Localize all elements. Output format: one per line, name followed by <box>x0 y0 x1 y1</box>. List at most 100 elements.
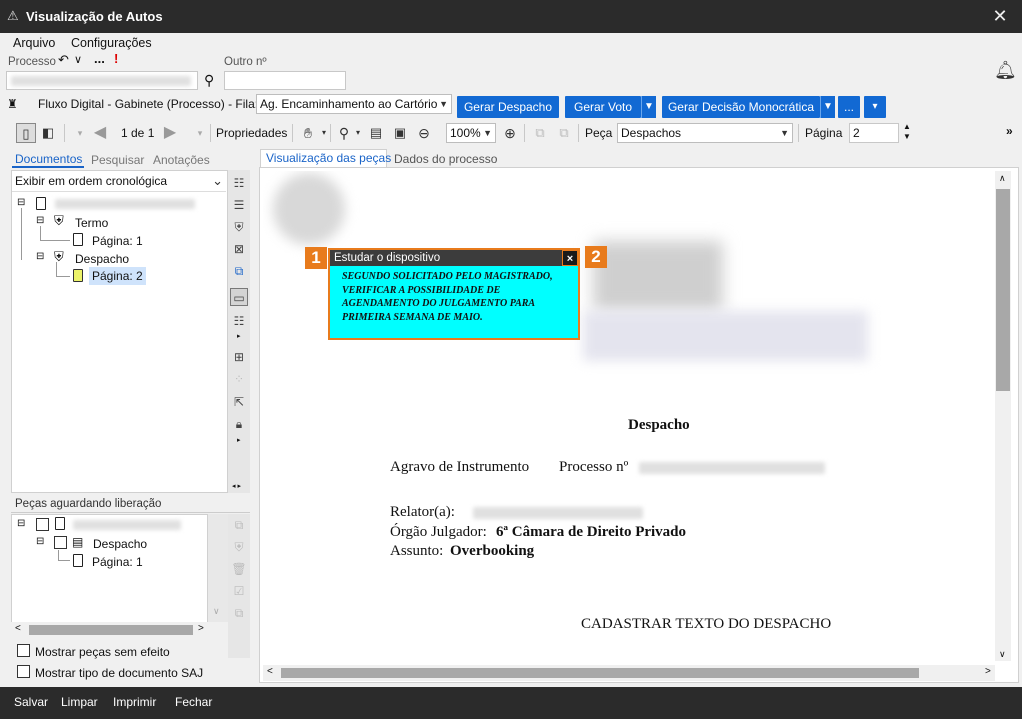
scroll-left-icon[interactable]: < <box>15 623 21 634</box>
move-icon[interactable]: ⇱ <box>230 393 248 411</box>
collapse-toggle-icon[interactable]: ⊟ <box>17 197 25 208</box>
processo-input[interactable] <box>6 71 198 90</box>
fila-select[interactable]: Ag. Encaminhamento ao Cartório ▼ <box>256 94 452 114</box>
copy-page-icon[interactable]: ⧉ <box>530 123 550 143</box>
menu-configuracoes[interactable]: Configurações <box>71 36 152 50</box>
tipo-saj-label[interactable]: Mostrar tipo de documento SAJ <box>35 666 203 680</box>
scroll-down-icon[interactable]: ∨ <box>213 606 220 617</box>
pending-process-checkbox[interactable] <box>36 518 49 531</box>
first-page-button[interactable]: ▾ <box>70 123 90 143</box>
scroll-left-icon[interactable]: < <box>267 666 273 677</box>
last-page-button[interactable]: ▾ <box>190 123 210 143</box>
tab-dados-processo[interactable]: Dados do processo <box>394 152 497 166</box>
list-view-icon[interactable]: ☰ <box>230 196 248 214</box>
sem-efeito-checkbox[interactable] <box>17 644 30 657</box>
viewer-vertical-scrollbar[interactable]: ∧ ∨ <box>995 171 1011 661</box>
hand-tool-dropdown[interactable]: ▾ <box>314 123 334 143</box>
tab-anotacoes[interactable]: Anotações <box>153 153 210 167</box>
tree-item-termo-page[interactable]: Página: 1 <box>92 234 143 248</box>
documents-link-icon[interactable]: ⧉ <box>230 262 248 280</box>
collapse-toggle-icon[interactable]: ⊟ <box>36 215 44 226</box>
zoom-out-icon[interactable]: ⊖ <box>414 123 434 143</box>
gerar-voto-dropdown[interactable]: ▼ <box>641 96 656 118</box>
zoom-search-dropdown[interactable]: ▾ <box>348 123 368 143</box>
outro-numero-input[interactable] <box>224 71 346 90</box>
sem-efeito-label[interactable]: Mostrar peças sem efeito <box>35 645 170 659</box>
scroll-thumb[interactable] <box>281 668 919 678</box>
tab-pesquisar[interactable]: Pesquisar <box>91 153 144 167</box>
tree-item-despacho-page-selected[interactable]: Página: 2 <box>89 267 146 285</box>
tree-item-termo[interactable]: Termo <box>75 216 108 230</box>
scroll-thumb[interactable] <box>996 189 1010 391</box>
collapse-toggle-icon[interactable]: ⊟ <box>36 536 44 547</box>
viewer-horizontal-scrollbar[interactable]: < > <box>263 665 995 681</box>
imprimir-button[interactable]: Imprimir <box>113 695 156 709</box>
scroll-thumb[interactable] <box>29 625 193 635</box>
split-view-icon[interactable]: ◧ <box>38 123 58 143</box>
scroll-down-icon[interactable]: ∨ <box>999 649 1006 660</box>
tree-item-despacho[interactable]: Despacho <box>75 252 129 266</box>
tree-view-icon[interactable]: ☷ <box>230 174 248 192</box>
release-icon[interactable]: ⧉ <box>230 516 248 534</box>
zoom-in-icon[interactable]: ⊕ <box>500 123 520 143</box>
pagina-input[interactable]: 2 <box>849 123 899 143</box>
order-select[interactable]: Exibir em ordem cronológica ⌄ <box>12 172 226 192</box>
document-view-icon[interactable]: ▯ <box>16 123 36 143</box>
fechar-button[interactable]: Fechar <box>175 695 212 709</box>
search-icon[interactable]: ⚲ <box>204 72 214 89</box>
note-list-icon[interactable]: ☷ <box>230 312 248 330</box>
collapse-icon[interactable]: ▾ <box>864 96 886 118</box>
more-options-button[interactable]: ... <box>94 51 105 66</box>
salvar-button[interactable]: Salvar <box>14 695 48 709</box>
gerar-decisao-dropdown[interactable]: ▼ <box>820 96 835 118</box>
sign-icon[interactable]: ⛨ <box>230 538 248 556</box>
expand-arrow-icon[interactable]: ▸ <box>237 332 241 340</box>
note-close-button[interactable]: × <box>562 250 578 266</box>
note-icon[interactable]: ▭ <box>230 288 248 306</box>
pending-horizontal-scrollbar[interactable]: < > <box>11 622 208 638</box>
limpar-button[interactable]: Limpar <box>61 695 98 709</box>
undo-icon[interactable]: ↶ <box>58 52 69 68</box>
add-note-icon[interactable]: ⊞ <box>230 348 248 366</box>
scroll-arrows-icon[interactable]: ◂ ▸ <box>232 482 241 490</box>
next-page-button[interactable]: ▶ <box>160 123 180 143</box>
pending-item-despacho[interactable]: Despacho <box>93 537 147 551</box>
approve-icon[interactable]: ☑ <box>230 582 248 600</box>
note-title[interactable]: Estudar o dispositivo <box>330 250 578 266</box>
peca-select[interactable]: Despachos ▼ <box>617 123 793 143</box>
close-window-button[interactable]: ✕ <box>990 6 1010 26</box>
fit-width-icon[interactable]: ▤ <box>366 123 386 143</box>
sticky-note[interactable]: Estudar o dispositivo × SEGUNDO SOLICITA… <box>328 248 580 340</box>
gerar-decisao-button[interactable]: Gerar Decisão Monocrática <box>662 96 820 118</box>
gerar-despacho-button[interactable]: Gerar Despacho <box>457 96 559 118</box>
remove-signature-icon[interactable]: ⊠ <box>230 240 248 258</box>
pagina-spinner[interactable]: ▲ ▼ <box>903 122 911 142</box>
collapse-toggle-icon[interactable]: ⊟ <box>17 518 25 529</box>
scroll-up-icon[interactable]: ∧ <box>999 173 1006 184</box>
fit-page-icon[interactable]: ▣ <box>390 123 410 143</box>
paste-page-icon[interactable]: ⧉ <box>554 123 574 143</box>
copy-icon[interactable]: ⧉ <box>230 604 248 622</box>
gerar-voto-button[interactable]: Gerar Voto <box>565 96 641 118</box>
collapse-toggle-icon[interactable]: ⊟ <box>36 251 44 262</box>
expand-arrow-icon[interactable]: ▸ <box>237 436 241 444</box>
note-text[interactable]: SEGUNDO SOLICITADO PELO MAGISTRADO, VERI… <box>342 270 572 324</box>
menu-arquivo[interactable]: Arquivo <box>13 36 55 50</box>
prev-page-button[interactable]: ◀ <box>90 123 110 143</box>
scroll-right-icon[interactable]: > <box>198 623 204 634</box>
overflow-chevron-icon[interactable]: » <box>1006 124 1013 138</box>
chevron-down-icon[interactable]: ∨ <box>74 53 82 66</box>
scroll-right-icon[interactable]: > <box>985 666 991 677</box>
more-actions-button[interactable]: ... <box>838 96 860 118</box>
tipo-saj-checkbox[interactable] <box>17 665 30 678</box>
propriedades-button[interactable]: Propriedades <box>216 126 287 140</box>
pending-despacho-checkbox[interactable] <box>54 536 67 549</box>
delete-icon[interactable]: 🗑︎ <box>230 560 248 578</box>
sign-document-icon[interactable]: ⛨ <box>230 218 248 236</box>
bell-icon[interactable]: 🔔︎ <box>994 60 1017 81</box>
pending-item-page[interactable]: Página: 1 <box>92 555 143 569</box>
zoom-select[interactable]: 100% ▼ <box>446 123 496 143</box>
tab-documentos[interactable]: Documentos <box>15 152 82 166</box>
tab-visualizacao[interactable]: Visualização das peças <box>266 151 391 165</box>
lock-icon[interactable]: 🔒︎ <box>230 415 248 433</box>
